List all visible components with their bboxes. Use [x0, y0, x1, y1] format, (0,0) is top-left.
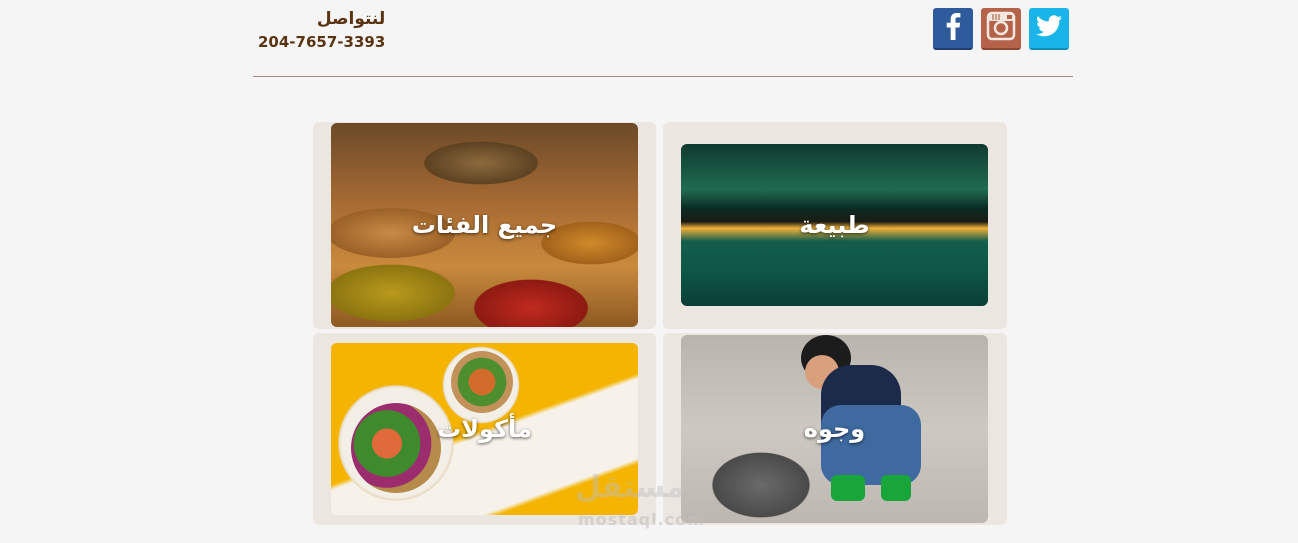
category-card-all: جميع الفئات [313, 122, 656, 329]
category-all-label: جميع الفئات [411, 211, 558, 239]
facebook-button[interactable] [933, 8, 973, 50]
watermark-latin: mostaql.com [578, 510, 705, 529]
category-food-label: مأكولات [437, 415, 532, 443]
phone-number: 204-7657-3393 [258, 33, 386, 51]
category-nature-link[interactable]: طبيعة [681, 144, 988, 306]
category-card-nature: طبيعة [663, 122, 1007, 329]
site-header: لنتواصل 204-7657-3393 [253, 0, 1073, 77]
category-card-faces: وجوه [663, 333, 1007, 525]
child-photo-shoe [881, 475, 911, 501]
contact-title: لنتواصل [316, 9, 386, 29]
twitter-icon [1036, 15, 1062, 41]
category-all-link[interactable]: جميع الفئات [331, 123, 638, 327]
child-photo-shoe [831, 475, 865, 501]
instagram-button[interactable] [981, 8, 1021, 50]
watermark-arabic: مستقل [575, 470, 685, 505]
contact-block: لنتواصل 204-7657-3393 [258, 8, 385, 52]
category-faces-link[interactable]: وجوه [681, 335, 988, 523]
category-faces-label: وجوه [803, 415, 866, 443]
noodle-bowl-image [451, 351, 513, 413]
category-nature-label: طبيعة [799, 211, 870, 239]
instagram-icon [986, 11, 1016, 45]
twitter-button[interactable] [1029, 8, 1069, 50]
facebook-icon [944, 12, 962, 44]
social-links [933, 8, 1069, 50]
